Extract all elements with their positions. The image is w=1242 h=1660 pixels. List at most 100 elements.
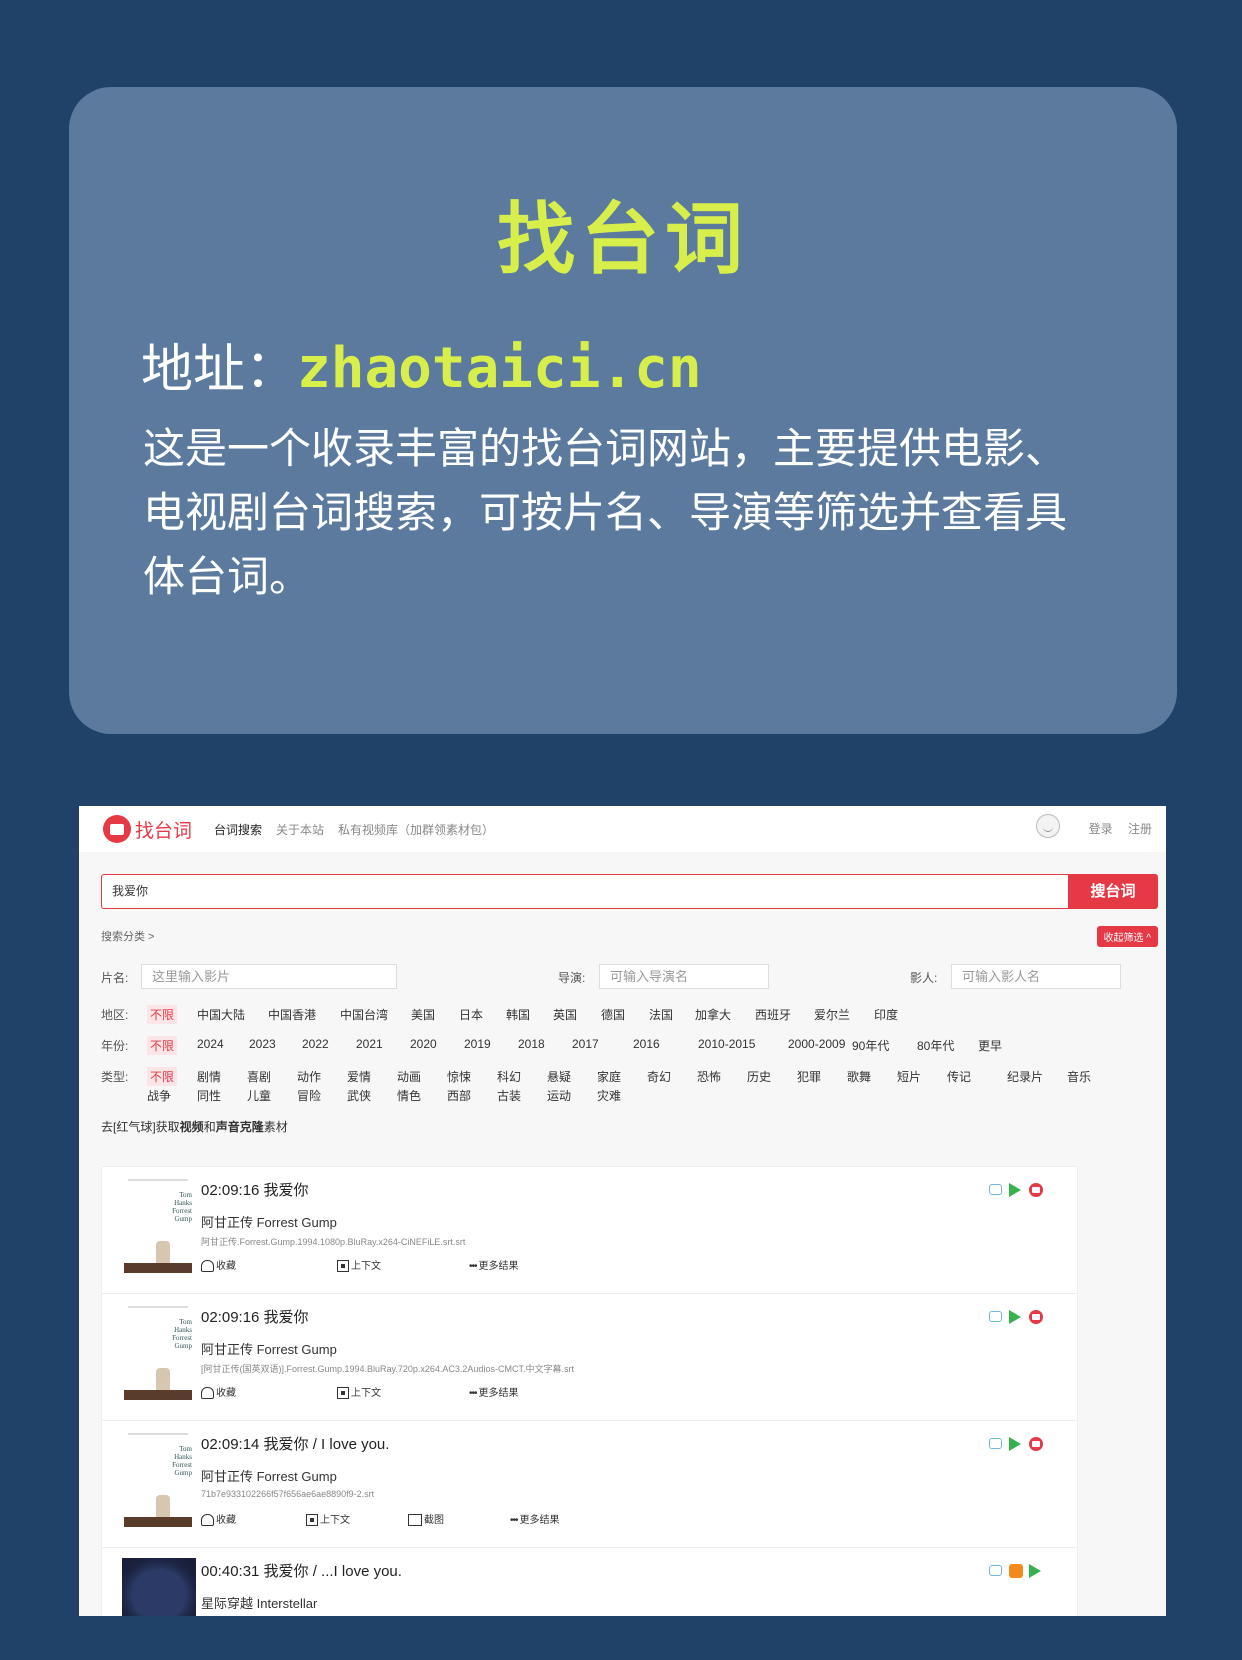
genre-option[interactable]: 短片 <box>897 1068 921 1085</box>
movie-name[interactable]: 阿甘正传 Forrest Gump <box>201 1339 337 1358</box>
region-option[interactable]: 英国 <box>553 1006 577 1023</box>
region-option[interactable]: 爱尔兰 <box>814 1006 850 1023</box>
genre-option[interactable]: 武侠 <box>347 1087 371 1104</box>
more-results-button[interactable]: ••• 更多结果 <box>469 1384 519 1399</box>
search-input[interactable]: 我爱你 <box>101 874 1068 909</box>
subtitle-timestamp[interactable]: 02:09:14 我爱你 / I love you. <box>201 1433 389 1454</box>
region-option[interactable]: 中国香港 <box>268 1006 316 1023</box>
year-option[interactable]: 80年代 <box>917 1037 954 1054</box>
region-option[interactable]: 中国台湾 <box>340 1006 388 1023</box>
year-option[interactable]: 2021 <box>356 1037 383 1051</box>
genre-option[interactable]: 灾难 <box>597 1087 621 1104</box>
genre-option[interactable]: 运动 <box>547 1087 571 1104</box>
genre-option[interactable]: 冒险 <box>297 1087 321 1104</box>
play-icon[interactable] <box>1029 1564 1041 1578</box>
movie-name[interactable]: 阿甘正传 Forrest Gump <box>201 1466 337 1485</box>
genre-option[interactable]: 音乐 <box>1067 1068 1091 1085</box>
region-option[interactable]: 美国 <box>411 1006 435 1023</box>
region-option[interactable]: 中国大陆 <box>197 1006 245 1023</box>
genre-option[interactable]: 西部 <box>447 1087 471 1104</box>
genre-option[interactable]: 歌舞 <box>847 1068 871 1085</box>
search-button[interactable]: 搜台词 <box>1068 874 1158 909</box>
region-option[interactable]: 加拿大 <box>695 1006 731 1023</box>
year-option[interactable]: 2020 <box>410 1037 437 1051</box>
genre-option[interactable]: 剧情 <box>197 1068 221 1085</box>
mango-icon[interactable] <box>1009 1564 1023 1578</box>
subtitle-timestamp[interactable]: 02:09:16 我爱你 <box>201 1306 309 1327</box>
genre-option[interactable]: 传记 <box>947 1068 971 1085</box>
genre-option[interactable]: 科幻 <box>497 1068 521 1085</box>
record-icon[interactable] <box>1029 1310 1043 1324</box>
genre-option[interactable]: 动画 <box>397 1068 421 1085</box>
context-button[interactable]: 上下文 <box>337 1384 381 1400</box>
tv-icon[interactable] <box>989 1311 1002 1322</box>
nav-about[interactable]: 关于本站 <box>276 821 324 838</box>
movie-poster[interactable]: Tom Hanks Forrest Gump <box>122 1304 196 1404</box>
genre-option[interactable]: 家庭 <box>597 1068 621 1085</box>
director-input[interactable]: 可输入导演名 <box>599 964 769 989</box>
year-option[interactable]: 2018 <box>518 1037 545 1051</box>
context-button[interactable]: 上下文 <box>306 1511 350 1527</box>
tv-icon[interactable] <box>989 1438 1002 1449</box>
genre-option[interactable]: 动作 <box>297 1068 321 1085</box>
movie-poster[interactable]: Tom Hanks Forrest Gump <box>122 1431 196 1531</box>
site-logo[interactable]: 找台词 <box>103 815 192 843</box>
genre-option[interactable]: 奇幻 <box>647 1068 671 1085</box>
year-option[interactable]: 更早 <box>978 1037 1002 1054</box>
genre-option[interactable]: 犯罪 <box>797 1068 821 1085</box>
year-option[interactable]: 不限 <box>147 1036 178 1055</box>
region-option[interactable]: 不限 <box>147 1005 178 1024</box>
collapse-filter-button[interactable]: 收起筛选 ^ <box>1096 926 1158 947</box>
favorite-button[interactable]: 收藏 <box>201 1384 236 1400</box>
genre-option[interactable]: 惊悚 <box>447 1068 471 1085</box>
movie-poster[interactable] <box>122 1558 196 1616</box>
play-icon[interactable] <box>1009 1183 1021 1197</box>
favorite-button[interactable]: 收藏 <box>201 1257 236 1273</box>
genre-option[interactable]: 历史 <box>747 1068 771 1085</box>
address-url[interactable]: zhaotaici.cn <box>297 336 702 401</box>
tv-icon[interactable] <box>989 1565 1002 1576</box>
record-icon[interactable] <box>1029 1183 1043 1197</box>
genre-option[interactable]: 喜剧 <box>247 1068 271 1085</box>
register-link[interactable]: 注册 <box>1128 822 1152 836</box>
movie-poster[interactable]: Tom Hanks Forrest Gump <box>122 1177 196 1277</box>
record-icon[interactable] <box>1029 1437 1043 1451</box>
more-results-button[interactable]: ••• 更多结果 <box>469 1257 519 1272</box>
tv-icon[interactable] <box>989 1184 1002 1195</box>
movie-name[interactable]: 阿甘正传 Forrest Gump <box>201 1212 337 1231</box>
year-option[interactable]: 2024 <box>197 1037 224 1051</box>
year-option[interactable]: 2000-2009 <box>788 1037 845 1051</box>
region-option[interactable]: 西班牙 <box>755 1006 791 1023</box>
year-option[interactable]: 2019 <box>464 1037 491 1051</box>
year-option[interactable]: 2016 <box>633 1037 660 1051</box>
region-option[interactable]: 德国 <box>601 1006 625 1023</box>
play-icon[interactable] <box>1009 1310 1021 1324</box>
genre-option[interactable]: 情色 <box>397 1087 421 1104</box>
region-option[interactable]: 韩国 <box>506 1006 530 1023</box>
region-option[interactable]: 印度 <box>874 1006 898 1023</box>
favorite-button[interactable]: 收藏 <box>201 1511 236 1527</box>
genre-option[interactable]: 战争 <box>147 1087 171 1104</box>
year-option[interactable]: 2010-2015 <box>698 1037 755 1051</box>
genre-option[interactable]: 爱情 <box>347 1068 371 1085</box>
subtitle-timestamp[interactable]: 02:09:16 我爱你 <box>201 1179 309 1200</box>
play-icon[interactable] <box>1009 1437 1021 1451</box>
category-label[interactable]: 搜索分类 > <box>101 928 154 944</box>
year-option[interactable]: 2023 <box>249 1037 276 1051</box>
movie-name[interactable]: 星际穿越 Interstellar <box>201 1593 317 1612</box>
actor-input[interactable]: 可输入影人名 <box>951 964 1121 989</box>
nav-private-library[interactable]: 私有视频库（加群领素材包） <box>338 821 494 838</box>
context-button[interactable]: 上下文 <box>337 1257 381 1273</box>
nav-search[interactable]: 台词搜索 <box>214 821 262 838</box>
screenshot-button[interactable]: 截图 <box>408 1511 444 1527</box>
region-option[interactable]: 法国 <box>649 1006 673 1023</box>
genre-option[interactable]: 纪录片 <box>1007 1068 1043 1085</box>
year-option[interactable]: 2017 <box>572 1037 599 1051</box>
year-option[interactable]: 90年代 <box>852 1037 889 1054</box>
genre-option[interactable]: 不限 <box>147 1067 178 1086</box>
genre-option[interactable]: 悬疑 <box>547 1068 571 1085</box>
title-input[interactable]: 这里输入影片 <box>141 964 397 989</box>
subtitle-timestamp[interactable]: 00:40:31 我爱你 / ...I love you. <box>201 1560 402 1581</box>
genre-option[interactable]: 恐怖 <box>697 1068 721 1085</box>
region-option[interactable]: 日本 <box>459 1006 483 1023</box>
